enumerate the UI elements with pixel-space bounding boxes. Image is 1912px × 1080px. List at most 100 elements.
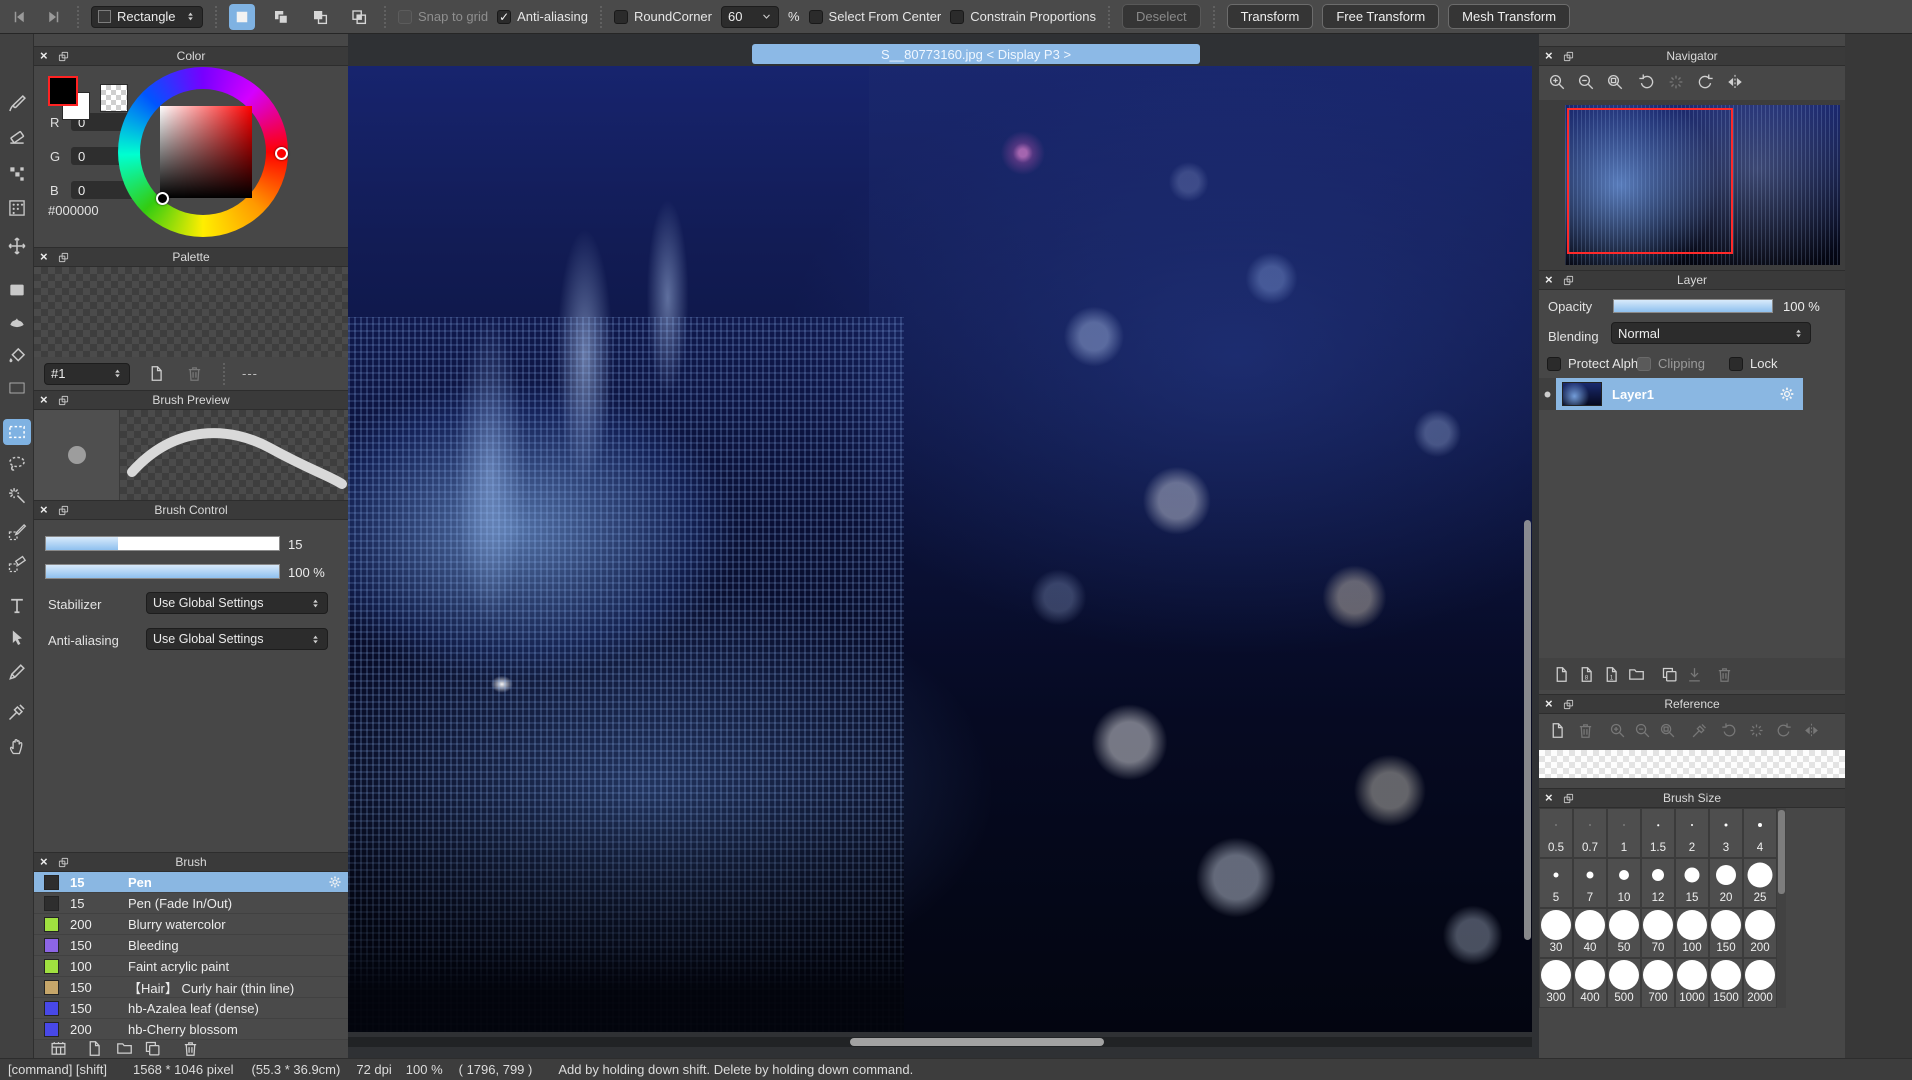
add-selection-icon[interactable] <box>268 4 294 30</box>
duplicate-brush-icon[interactable] <box>140 1036 164 1060</box>
protect-alpha-checkbox[interactable]: Protect Alpha <box>1547 356 1645 371</box>
brush-size-cell[interactable]: 400 <box>1573 958 1607 1008</box>
saturation-picker-dot[interactable] <box>156 192 169 205</box>
brush-size-cell[interactable]: 70 <box>1641 908 1675 958</box>
palette-slot-select[interactable]: #1 <box>44 363 130 385</box>
canvas-tab[interactable]: S__80773160.jpg < Display P3 > <box>752 44 1200 64</box>
history-back-icon[interactable] <box>8 5 32 29</box>
brush-size-cell[interactable]: 12 <box>1641 858 1675 908</box>
brush-store-icon[interactable] <box>46 1036 70 1060</box>
operation-tool[interactable] <box>3 625 31 651</box>
brush-size-cell[interactable]: 3 <box>1709 808 1743 858</box>
close-panel-icon[interactable]: × <box>1545 788 1561 808</box>
brush-size-cell[interactable]: 700 <box>1641 958 1675 1008</box>
layer-list-empty-area[interactable] <box>1539 410 1845 658</box>
add-folder-icon[interactable] <box>1624 662 1648 686</box>
text-tool[interactable] <box>3 593 31 619</box>
close-panel-icon[interactable]: × <box>40 500 56 520</box>
layer-row[interactable]: Layer1 <box>1556 378 1803 410</box>
brush-size-cell[interactable]: 100 <box>1675 908 1709 958</box>
canvas-horizontal-scrollbar[interactable] <box>850 1038 1104 1046</box>
hand-tool[interactable] <box>3 733 31 759</box>
canvas-image[interactable] <box>348 66 1532 1032</box>
popout-panel-icon[interactable] <box>58 395 69 406</box>
popout-panel-icon[interactable] <box>1563 699 1574 710</box>
constrain-proportions-checkbox[interactable]: Constrain Proportions <box>950 9 1096 24</box>
flip-horizontal-icon[interactable] <box>1723 70 1747 94</box>
stabilizer-select[interactable]: Use Global Settings <box>146 592 328 614</box>
brush-size-cell[interactable]: 2 <box>1675 808 1709 858</box>
move-tool[interactable] <box>3 233 31 259</box>
snap-to-grid-checkbox[interactable]: Snap to grid <box>398 9 488 24</box>
close-panel-icon[interactable]: × <box>40 390 56 410</box>
dot-tool[interactable] <box>3 161 31 187</box>
layer-visibility-icon[interactable] <box>1539 378 1556 410</box>
select-rect-tool[interactable] <box>3 419 31 445</box>
smudge-tool[interactable] <box>3 309 31 335</box>
anti-aliasing-select[interactable]: Use Global Settings <box>146 628 328 650</box>
clipping-checkbox[interactable]: Clipping <box>1637 356 1705 371</box>
brush-size-cell[interactable]: 30 <box>1539 908 1573 958</box>
brush-size-cell[interactable]: 5 <box>1539 858 1573 908</box>
brush-settings-gear-icon[interactable] <box>328 875 342 889</box>
brush-size-cell[interactable]: 200 <box>1743 908 1777 958</box>
transform-button[interactable]: Transform <box>1227 4 1314 29</box>
brush-size-cell[interactable]: 7 <box>1573 858 1607 908</box>
popout-panel-icon[interactable] <box>58 252 69 263</box>
deselect-button[interactable]: Deselect <box>1122 4 1201 29</box>
lasso-tool[interactable] <box>3 451 31 477</box>
new-selection-icon[interactable] <box>229 4 255 30</box>
brush-size-cell[interactable]: 0.7 <box>1573 808 1607 858</box>
brush-size-cell[interactable]: 25 <box>1743 858 1777 908</box>
new-image-icon[interactable] <box>1545 718 1569 742</box>
brush-list-item[interactable]: 150【Hair】 Curly hair (thin line) <box>34 977 348 998</box>
popout-panel-icon[interactable] <box>1563 793 1574 804</box>
layer-settings-gear-icon[interactable] <box>1779 386 1795 402</box>
round-corner-value-select[interactable]: 60 <box>721 6 779 28</box>
brush-size-cell[interactable]: 10 <box>1607 858 1641 908</box>
popout-panel-icon[interactable] <box>1563 275 1574 286</box>
tone-tool[interactable] <box>3 195 31 221</box>
select-from-center-checkbox[interactable]: Select From Center <box>809 9 942 24</box>
anti-aliasing-checkbox[interactable]: ✓ Anti-aliasing <box>497 9 588 24</box>
add-8bit-layer-icon[interactable] <box>1574 662 1598 686</box>
history-forward-icon[interactable] <box>41 5 65 29</box>
gradient-tool[interactable] <box>3 375 31 401</box>
zoom-out-icon[interactable] <box>1574 70 1598 94</box>
eraser-tool[interactable] <box>3 123 31 149</box>
brush-opacity-slider[interactable] <box>45 564 280 579</box>
canvas-vertical-scrollbar[interactable] <box>1524 520 1531 940</box>
brush-list-item[interactable]: 150Bleeding <box>34 935 348 956</box>
brush-size-scrollbar[interactable] <box>1777 808 1786 1008</box>
add-palette-color-icon[interactable] <box>144 362 168 386</box>
blending-mode-select[interactable]: Normal <box>1611 322 1811 344</box>
close-panel-icon[interactable]: × <box>1545 270 1561 290</box>
zoom-reset-icon[interactable] <box>1603 70 1627 94</box>
popout-panel-icon[interactable] <box>58 505 69 516</box>
bucket-tool[interactable] <box>3 343 31 369</box>
brush-list-item[interactable]: 150hb-Azalea leaf (dense) <box>34 998 348 1019</box>
brush-size-cell[interactable]: 0.5 <box>1539 808 1573 858</box>
navigator-viewport-rect[interactable] <box>1567 108 1733 254</box>
intersect-selection-icon[interactable] <box>346 4 372 30</box>
free-transform-button[interactable]: Free Transform <box>1322 4 1439 29</box>
brush-size-cell[interactable]: 500 <box>1607 958 1641 1008</box>
popout-panel-icon[interactable] <box>58 857 69 868</box>
popout-panel-icon[interactable] <box>1563 51 1574 62</box>
lock-checkbox[interactable]: Lock <box>1729 356 1777 371</box>
brush-size-cell[interactable]: 15 <box>1675 858 1709 908</box>
selection-shape-select[interactable]: Rectangle <box>91 6 203 28</box>
transparent-color-swatch[interactable] <box>100 84 128 112</box>
rotate-cw-icon[interactable] <box>1693 70 1717 94</box>
pen-tool[interactable] <box>3 659 31 685</box>
brush-folder-icon[interactable] <box>112 1036 136 1060</box>
brush-list-item[interactable]: 15Pen (Fade In/Out) <box>34 893 348 914</box>
brush-size-cell[interactable]: 1500 <box>1709 958 1743 1008</box>
brush-size-cell[interactable]: 1000 <box>1675 958 1709 1008</box>
brush-size-cell[interactable]: 20 <box>1709 858 1743 908</box>
brush-list-item[interactable]: 200Blurry watercolor <box>34 914 348 935</box>
palette-swatch-area[interactable] <box>34 267 348 357</box>
rotate-ccw-icon[interactable] <box>1635 70 1659 94</box>
brush-list-item[interactable]: 15Pen <box>34 872 348 893</box>
foreground-color-swatch[interactable] <box>48 76 78 106</box>
